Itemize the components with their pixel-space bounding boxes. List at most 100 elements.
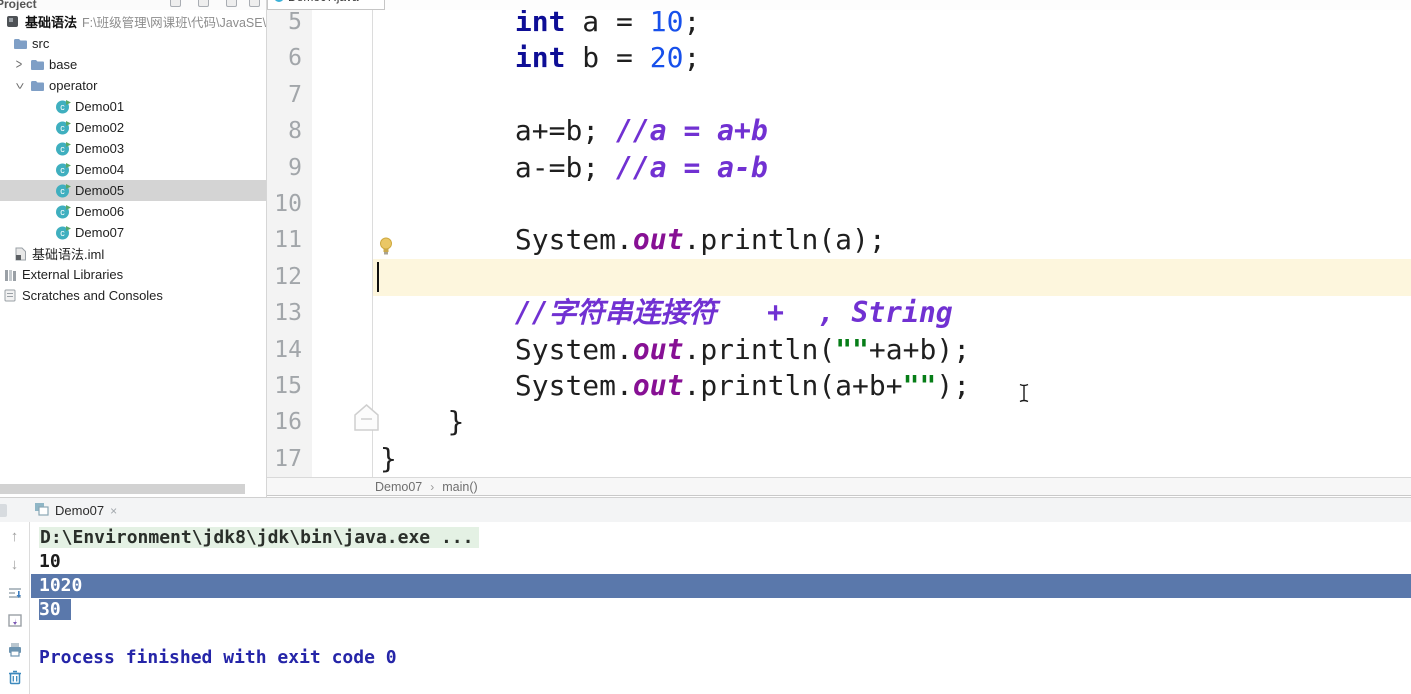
close-icon[interactable]: × [110, 504, 117, 518]
line-number[interactable]: 17 [267, 441, 312, 477]
code-line-15[interactable]: System.out.println(a+b+""); [373, 368, 1411, 404]
breadcrumb-file[interactable]: Demo07 [375, 480, 422, 494]
console-line[interactable]: 10 [31, 550, 1411, 574]
class-icon: c [55, 204, 71, 220]
code-line-11[interactable]: System.out.println(a); [373, 222, 1411, 258]
tree-item-Demo02[interactable]: c Demo02 [0, 117, 266, 138]
mouse-ibeam-cursor [1018, 383, 1030, 408]
tree-item-base[interactable]: > base [0, 54, 266, 75]
chevron-right-icon: › [430, 479, 435, 494]
project-panel: 基础语法 F:\班级管理\网课班\代码\JavaSE\基础 src > base > o… [0, 10, 266, 497]
tree-item-label: Demo06 [75, 204, 125, 219]
code-line-10[interactable] [373, 186, 1411, 222]
console-output[interactable]: D:\Environment\jdk8\jdk\bin\java.exe ...… [31, 526, 1411, 670]
line-number[interactable]: 9 [267, 150, 312, 186]
clear-all-icon[interactable] [6, 668, 23, 685]
project-panel-title: Project [0, 0, 37, 10]
close-icon[interactable]: × [363, 0, 369, 3]
line-number[interactable]: 16 [267, 404, 312, 440]
soft-wrap-icon[interactable] [6, 584, 23, 601]
line-number[interactable]: 12 [267, 259, 312, 295]
class-icon: c [55, 99, 71, 115]
code-editor[interactable]: 5 6 7 8 9 10 11 12 13 14 15 16 17 int a = 10; int b =… [267, 10, 1411, 477]
console-line[interactable]: D:\Environment\jdk8\jdk\bin\java.exe ... [31, 526, 1411, 550]
code-line-5[interactable]: int a = 10; [373, 10, 1411, 40]
run-tab-demo07[interactable]: Demo07 × [28, 498, 123, 523]
text-caret [377, 262, 379, 292]
down-the-stack-trace-icon[interactable]: ↓ [6, 556, 23, 573]
tree-item-operator[interactable]: > operator [0, 75, 266, 96]
breadcrumb: Demo07 › main() [267, 477, 1411, 496]
folder-icon [12, 36, 28, 52]
tree-item-label: 基础语法.iml [32, 247, 105, 262]
editor-tab-bar: Demo07.java × [267, 0, 1411, 10]
print-icon[interactable] [6, 640, 23, 657]
console-line[interactable]: Process finished with exit code 0 [31, 646, 1411, 670]
code-line-16[interactable]: } [373, 404, 1411, 440]
tree-item-label: operator [49, 78, 98, 93]
code-lines[interactable]: int a = 10; int b = 20; a+=b; //a = a+b a-=… [373, 10, 1411, 477]
code-line-17[interactable]: } [373, 441, 1411, 477]
panel-toolbar-icon[interactable] [226, 0, 237, 7]
tree-item-src[interactable]: src [0, 33, 266, 54]
code-line-12[interactable] [373, 259, 1411, 295]
libraries-icon [2, 267, 18, 283]
line-number[interactable]: 10 [267, 186, 312, 222]
class-icon: c [55, 141, 71, 157]
tree-item-Demo05[interactable]: c Demo05 [0, 180, 266, 201]
fold-marker-icon[interactable] [353, 403, 380, 437]
ide-window: Project Demo07.java × 基础语法 F:\班级管理\网课班\代… [0, 0, 1411, 694]
code-line-8[interactable]: a+=b; //a = a+b [373, 113, 1411, 149]
line-number[interactable]: 14 [267, 332, 312, 368]
tree-item-label: Demo03 [75, 141, 125, 156]
class-icon: c [55, 120, 71, 136]
tree-item-label: Demo01 [75, 99, 125, 114]
horizontal-scrollbar[interactable] [0, 484, 245, 494]
up-the-stack-trace-icon[interactable]: ↑ [6, 528, 23, 545]
panel-toolbar-icon[interactable] [198, 0, 209, 7]
chevron-right-icon[interactable]: > [13, 57, 25, 73]
tree-item-External Libraries[interactable]: External Libraries [0, 264, 266, 285]
intention-lightbulb-icon[interactable] [379, 237, 393, 262]
panel-toolbar-icon[interactable] [249, 0, 260, 7]
tree-item-Demo04[interactable]: c Demo04 [0, 159, 266, 180]
console-line[interactable]: 30 [31, 598, 1411, 622]
svg-text:c: c [60, 123, 65, 133]
chevron-down-icon[interactable]: > [11, 80, 27, 92]
console-line[interactable] [31, 622, 1411, 646]
editor-tab-label: Demo07.java [288, 0, 359, 4]
folder-icon [29, 57, 45, 73]
breadcrumb-member[interactable]: main() [442, 480, 477, 494]
svg-text:c: c [60, 228, 65, 238]
line-number[interactable]: 6 [267, 40, 312, 76]
code-line-14[interactable]: System.out.println(""+a+b); [373, 332, 1411, 368]
line-number[interactable]: 5 [267, 10, 312, 40]
line-number[interactable]: 8 [267, 113, 312, 149]
tree-item-Demo06[interactable]: c Demo06 [0, 201, 266, 222]
class-icon: c [55, 162, 71, 178]
line-number[interactable]: 11 [267, 222, 312, 258]
tree-item-Demo01[interactable]: c Demo01 [0, 96, 266, 117]
project-tree: src > base > operator c Demo01 c Demo02 c Demo03 c D… [0, 33, 266, 306]
code-line-6[interactable]: int b = 20; [373, 40, 1411, 76]
panel-toolbar-icon[interactable] [170, 0, 181, 7]
tree-item-Demo07[interactable]: c Demo07 [0, 222, 266, 243]
tree-item-project-root[interactable]: 基础语法 F:\班级管理\网课班\代码\JavaSE\基础 [0, 10, 266, 33]
line-number[interactable]: 7 [267, 77, 312, 113]
tree-item-Scratches and Consoles[interactable]: Scratches and Consoles [0, 285, 266, 306]
tool-window-icon [0, 504, 7, 517]
top-strip: Project Demo07.java × [0, 0, 1411, 10]
console-line[interactable]: 1020 [31, 574, 1411, 598]
editor-tab-demo07[interactable]: Demo07.java × [267, 0, 385, 10]
run-console: ↑ ↓ D:\Environment\jdk8\jdk\bin\java.exe… [0, 522, 1411, 694]
line-numbers[interactable]: 5 6 7 8 9 10 11 12 13 14 15 16 17 [267, 10, 312, 477]
tree-item-label: Demo07 [75, 225, 125, 240]
code-line-9[interactable]: a-=b; //a = a-b [373, 150, 1411, 186]
code-line-7[interactable] [373, 77, 1411, 113]
scroll-to-end-icon[interactable] [6, 612, 23, 629]
line-number[interactable]: 13 [267, 295, 312, 331]
tree-item-Demo03[interactable]: c Demo03 [0, 138, 266, 159]
tree-item-基础语法.iml[interactable]: 基础语法.iml [0, 243, 266, 264]
line-number[interactable]: 15 [267, 368, 312, 404]
code-line-13[interactable]: //字符串连接符 + , String [373, 295, 1411, 331]
